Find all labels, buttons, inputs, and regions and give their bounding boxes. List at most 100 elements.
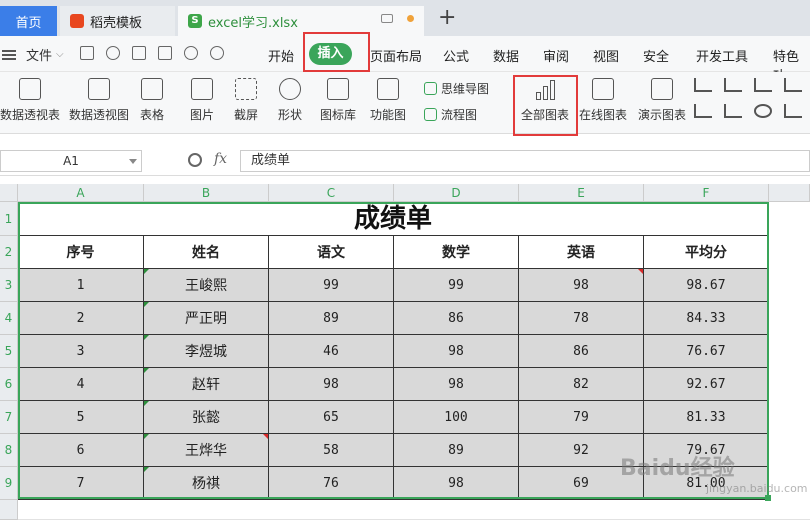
menu-start[interactable]: 开始 [268,46,294,65]
data-cell[interactable]: 79 [519,401,644,434]
tab-daoke[interactable]: 稻壳模板 [60,6,175,36]
data-cell[interactable]: 5 [18,401,144,434]
header-cell[interactable]: 平均分 [644,236,769,269]
name-cell[interactable]: 李煜城 [144,335,269,368]
data-cell[interactable]: 7 [18,467,144,500]
monitor-icon[interactable] [381,14,393,23]
data-cell[interactable]: 65 [269,401,394,434]
data-cell[interactable]: 98.67 [644,269,769,302]
data-cell[interactable]: 1 [18,269,144,302]
column-header-d[interactable]: D [394,184,519,202]
row-header-4[interactable]: 4 [0,302,18,335]
demo-chart-button[interactable]: 演示图表 [636,78,688,123]
data-cell[interactable]: 86 [394,302,519,335]
empty-row[interactable] [18,500,810,520]
column-chart-icon[interactable] [694,78,712,92]
screenshot-button[interactable]: 截屏 [228,78,264,123]
fill-handle[interactable] [765,495,771,501]
data-cell[interactable]: 76.67 [644,335,769,368]
row-header-6[interactable]: 6 [0,368,18,401]
name-cell[interactable]: 赵轩 [144,368,269,401]
column-header-a[interactable]: A [18,184,144,202]
save-icon[interactable] [80,46,94,60]
row-header-2[interactable]: 2 [0,236,18,269]
line-chart-icon[interactable] [754,78,772,92]
data-cell[interactable]: 98 [394,335,519,368]
sheet-title-cell[interactable]: 成绩单 [18,202,768,236]
data-cell[interactable]: 78 [519,302,644,335]
area-chart-icon[interactable] [694,104,712,118]
redo-icon[interactable] [210,46,224,60]
preview-icon[interactable] [158,46,172,60]
icon-library-button[interactable]: 图标库 [318,78,358,123]
scatter-chart-icon[interactable] [784,78,802,92]
menu-view[interactable]: 视图 [593,46,619,65]
header-cell[interactable]: 英语 [519,236,644,269]
func-chart-button[interactable]: 功能图 [366,78,410,123]
data-cell[interactable]: 99 [394,269,519,302]
undo-icon[interactable] [184,46,198,60]
menu-page-layout[interactable]: 页面布局 [370,46,422,65]
fx-icon[interactable]: fx [214,151,227,167]
name-box[interactable]: A1 [0,150,142,172]
column-header-f[interactable]: F [644,184,769,202]
row-header-9[interactable]: 9 [0,467,18,500]
menu-review[interactable]: 审阅 [543,46,569,65]
pie-chart-icon[interactable] [754,104,772,118]
menu-data[interactable]: 数据 [493,46,519,65]
menu-formula[interactable]: 公式 [443,46,469,65]
menu-dev-tools[interactable]: 开发工具 [696,46,748,65]
data-cell[interactable]: 58 [269,434,394,467]
data-cell[interactable]: 82 [519,368,644,401]
name-cell[interactable]: 严正明 [144,302,269,335]
flowchart-button[interactable]: 流程图 [424,106,477,123]
bar-chart-h-icon[interactable] [724,78,742,92]
picture-button[interactable]: 图片 [184,78,220,123]
header-cell[interactable]: 数学 [394,236,519,269]
tab-home[interactable]: 首页 [0,6,57,36]
other-chart-icon[interactable] [784,104,802,118]
column-header-e[interactable]: E [519,184,644,202]
data-cell[interactable]: 89 [269,302,394,335]
data-cell[interactable]: 92.67 [644,368,769,401]
header-cell[interactable]: 语文 [269,236,394,269]
data-cell[interactable]: 4 [18,368,144,401]
data-cell[interactable]: 100 [394,401,519,434]
data-cell[interactable]: 3 [18,335,144,368]
print-icon[interactable] [132,46,146,60]
shape-button[interactable]: 形状 [272,78,308,123]
row-header-7[interactable]: 7 [0,401,18,434]
data-cell[interactable]: 76 [269,467,394,500]
data-cell[interactable]: 98 [269,368,394,401]
name-cell[interactable]: 张懿 [144,401,269,434]
select-all-corner[interactable] [0,184,18,202]
online-chart-button[interactable]: 在线图表 [578,78,628,123]
column-header-c[interactable]: C [269,184,394,202]
pivot-table-button[interactable]: 数据透视表 [0,78,60,123]
zoom-icon[interactable] [188,153,202,167]
data-cell[interactable]: 98 [394,467,519,500]
name-cell[interactable]: 杨祺 [144,467,269,500]
name-cell[interactable]: 王烨华 [144,434,269,467]
column-header-b[interactable]: B [144,184,269,202]
formula-input[interactable]: 成绩单 [240,150,810,172]
hamburger-icon[interactable] [2,49,16,60]
export-icon[interactable] [106,46,120,60]
row-header-1[interactable]: 1 [0,202,18,236]
header-cell[interactable]: 序号 [18,236,144,269]
menu-security[interactable]: 安全 [643,46,669,65]
stock-chart-icon[interactable] [724,104,742,118]
mindmap-button[interactable]: 思维导图 [424,80,489,97]
data-cell[interactable]: 6 [18,434,144,467]
data-cell[interactable]: 99 [269,269,394,302]
menu-file[interactable]: 文件 [26,45,52,64]
row-header-3[interactable]: 3 [0,269,18,302]
row-header-8[interactable]: 8 [0,434,18,467]
data-cell[interactable]: 84.33 [644,302,769,335]
data-cell[interactable]: 98 [519,269,644,302]
data-cell[interactable]: 81.33 [644,401,769,434]
data-cell[interactable]: 2 [18,302,144,335]
table-button[interactable]: 表格 [138,78,166,123]
header-cell[interactable]: 姓名 [144,236,269,269]
row-header-5[interactable]: 5 [0,335,18,368]
